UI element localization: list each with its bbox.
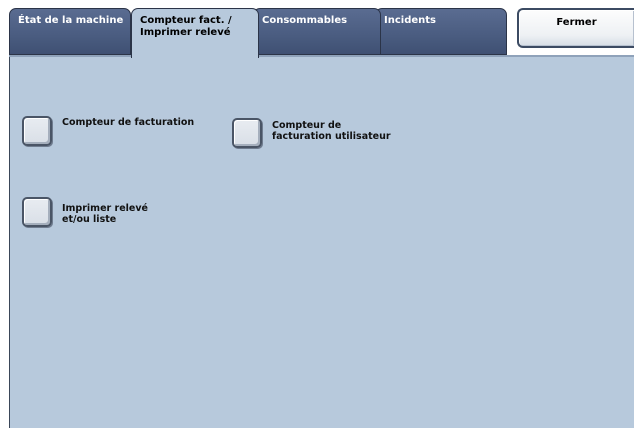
billing-meter-button[interactable]: Compteur de facturation (22, 116, 194, 146)
print-report-button[interactable]: Imprimer relevé et/ou liste (22, 197, 148, 227)
tab-label: Compteur fact. / Imprimer relevé (140, 15, 232, 38)
tab-supplies[interactable]: Consommables (253, 8, 381, 55)
tab-billing-meter-print-report[interactable]: Compteur fact. / Imprimer relevé (131, 8, 259, 58)
tab-label: État de la machine (18, 15, 124, 26)
tab-label: Consommables (262, 15, 348, 26)
machine-status-screen: État de la machine Compteur fact. / Impr… (0, 0, 634, 428)
user-billing-meter-button[interactable]: Compteur de facturation utilisateur (232, 118, 391, 148)
content-panel (9, 57, 634, 428)
close-button[interactable]: Fermer (517, 8, 634, 48)
option-square-icon (22, 197, 52, 227)
tab-machine-status[interactable]: État de la machine (9, 8, 131, 55)
tab-label: Incidents (384, 15, 436, 26)
billing-meter-label: Compteur de facturation (62, 117, 195, 128)
user-billing-meter-label: Compteur de facturation utilisateur (272, 120, 391, 142)
option-square-icon (232, 118, 262, 148)
print-report-label: Imprimer relevé et/ou liste (62, 203, 148, 225)
option-square-icon (22, 116, 52, 146)
tab-faults[interactable]: Incidents (375, 8, 507, 55)
